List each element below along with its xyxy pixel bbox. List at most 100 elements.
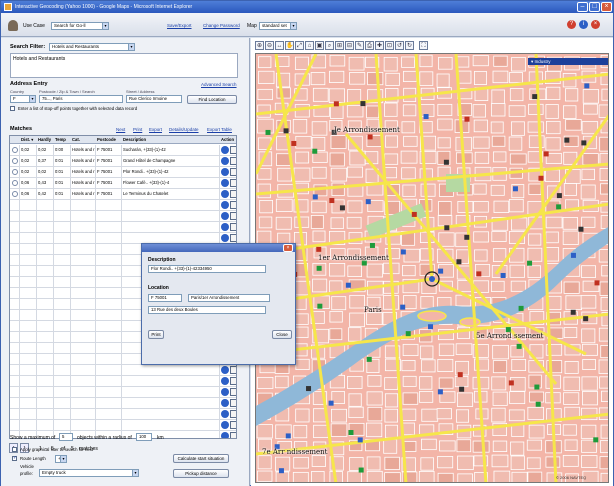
filter-list[interactable]: Hotels and Restaurants xyxy=(10,53,238,78)
dialog-title-bar[interactable]: × xyxy=(142,244,295,252)
table-row[interactable]: 0,02 0,02 0:01 Hotels and rF 75001 Plor Rond… xyxy=(10,167,236,178)
table-row[interactable] xyxy=(10,211,236,222)
poi-icon[interactable] xyxy=(285,433,291,439)
close-button[interactable]: Close xyxy=(272,330,292,339)
export-link[interactable]: Export xyxy=(149,127,162,132)
street-field[interactable]: 13 Rue des deux Boules xyxy=(148,306,266,314)
poi-icon[interactable] xyxy=(366,356,372,362)
table-row[interactable] xyxy=(10,398,236,409)
poi-icon[interactable] xyxy=(369,242,375,248)
redo-icon[interactable]: ↻ xyxy=(405,41,414,50)
street-input[interactable]: Rue Clerico Irmoine xyxy=(126,95,182,103)
poi-icon[interactable] xyxy=(423,114,429,120)
city-field[interactable]: Paris/1er Arrondissement xyxy=(188,294,270,302)
poi-icon[interactable] xyxy=(584,83,590,89)
info-icon[interactable] xyxy=(221,168,229,176)
info-icon[interactable] xyxy=(221,201,229,209)
poi-icon[interactable] xyxy=(278,468,284,474)
poi-icon[interactable] xyxy=(360,101,366,107)
poi-icon[interactable] xyxy=(400,249,406,255)
calculate-start-button[interactable]: Calculate start situation xyxy=(173,454,229,463)
maximize-icon[interactable]: □ xyxy=(589,2,600,12)
column-header-description[interactable]: Description xyxy=(122,136,220,144)
dialog-close-icon[interactable]: × xyxy=(283,244,293,252)
search-filter-select[interactable]: Hotels and Restaurants ▾ xyxy=(49,43,135,51)
home-icon[interactable]: ⌂ xyxy=(305,41,314,50)
row-radio[interactable] xyxy=(12,169,18,175)
poi-icon[interactable] xyxy=(512,186,518,192)
poi-icon[interactable] xyxy=(437,389,443,395)
info-icon[interactable] xyxy=(221,388,229,396)
poi-icon[interactable] xyxy=(500,272,506,278)
poi-icon[interactable] xyxy=(328,400,334,406)
poi-icon[interactable] xyxy=(570,309,576,315)
poi-icon[interactable] xyxy=(593,437,599,443)
layer-icon[interactable]: ⊟ xyxy=(345,41,354,50)
poi-icon[interactable] xyxy=(543,151,549,157)
next-link[interactable]: Next xyxy=(116,127,125,132)
table-row[interactable] xyxy=(10,376,236,387)
poi-icon[interactable] xyxy=(365,199,371,205)
find-location-button[interactable]: Find Location xyxy=(187,95,237,104)
edit-icon[interactable] xyxy=(230,234,236,242)
poi-icon[interactable] xyxy=(329,198,335,204)
edit-icon[interactable] xyxy=(230,399,236,407)
poi-icon[interactable] xyxy=(411,211,417,217)
max-objects-input[interactable]: 5 xyxy=(59,433,73,441)
fullscreen-icon[interactable]: ⛶ xyxy=(419,41,428,50)
poi-icon[interactable] xyxy=(457,372,463,378)
poi-icon[interactable] xyxy=(581,140,587,146)
grid-icon[interactable]: ⊞ xyxy=(335,41,344,50)
poi-icon[interactable] xyxy=(358,467,364,473)
edit-icon[interactable] xyxy=(230,190,236,198)
info-icon[interactable] xyxy=(221,421,229,429)
edit-icon[interactable] xyxy=(230,168,236,176)
info-icon[interactable]: i xyxy=(579,20,588,29)
poi-icon[interactable] xyxy=(428,324,434,330)
poi-icon[interactable] xyxy=(443,159,449,165)
poi-icon[interactable] xyxy=(316,265,322,271)
poi-icon[interactable] xyxy=(583,316,589,322)
poi-icon[interactable] xyxy=(312,194,318,200)
vehicle-profile-select[interactable]: Empty truck ▾ xyxy=(39,469,139,477)
info-icon[interactable] xyxy=(221,377,229,385)
edit-icon[interactable] xyxy=(230,212,236,220)
column-header-action[interactable]: Action xyxy=(220,136,236,144)
pickup-distance-button[interactable]: Pickup distance xyxy=(173,469,229,478)
filter-list-item[interactable]: Hotels and Restaurants xyxy=(13,56,65,62)
poi-icon[interactable] xyxy=(508,380,514,386)
info-icon[interactable] xyxy=(221,234,229,242)
poi-icon[interactable] xyxy=(312,148,318,154)
poi-icon[interactable] xyxy=(464,234,470,240)
edit-icon[interactable] xyxy=(230,146,236,154)
edit-icon[interactable] xyxy=(230,201,236,209)
exit-icon[interactable]: × xyxy=(591,20,600,29)
poi-icon[interactable] xyxy=(283,128,289,134)
table-row[interactable] xyxy=(10,420,236,431)
info-icon[interactable] xyxy=(221,399,229,407)
route-length-checkbox[interactable] xyxy=(12,455,17,461)
info-icon[interactable] xyxy=(221,146,229,154)
use-case-select[interactable]: Search for Go-ll ▾ xyxy=(51,22,109,30)
export-table-link[interactable]: Export Table xyxy=(207,127,232,132)
poi-icon[interactable] xyxy=(316,246,322,252)
hand-icon[interactable]: ✋ xyxy=(285,41,294,50)
poi-icon[interactable] xyxy=(464,116,470,122)
edit-icon[interactable] xyxy=(230,388,236,396)
title-bar[interactable]: Interactive Geocoding (Yahoo 1000) - Goo… xyxy=(1,1,613,13)
poi-icon[interactable] xyxy=(456,259,462,265)
row-radio[interactable] xyxy=(12,180,18,186)
print-link[interactable]: Print xyxy=(133,127,142,132)
edit-icon[interactable] xyxy=(230,179,236,187)
help-icon[interactable]: ? xyxy=(567,20,576,29)
find-icon[interactable]: ⌕ xyxy=(325,41,334,50)
poi-icon[interactable] xyxy=(438,268,444,274)
draw-icon[interactable]: ✎ xyxy=(355,41,364,50)
print-icon[interactable]: ⎙ xyxy=(365,41,374,50)
table-row[interactable] xyxy=(10,200,236,211)
print-button[interactable]: Print xyxy=(148,330,164,339)
poi-icon[interactable] xyxy=(345,282,351,288)
postcode-input[interactable]: 75..., Paris xyxy=(39,95,123,103)
poi-icon[interactable] xyxy=(518,305,524,311)
table-row[interactable]: 0,06 0,43 0:01 Hotels and rF 75001 Flower Ca… xyxy=(10,178,236,189)
